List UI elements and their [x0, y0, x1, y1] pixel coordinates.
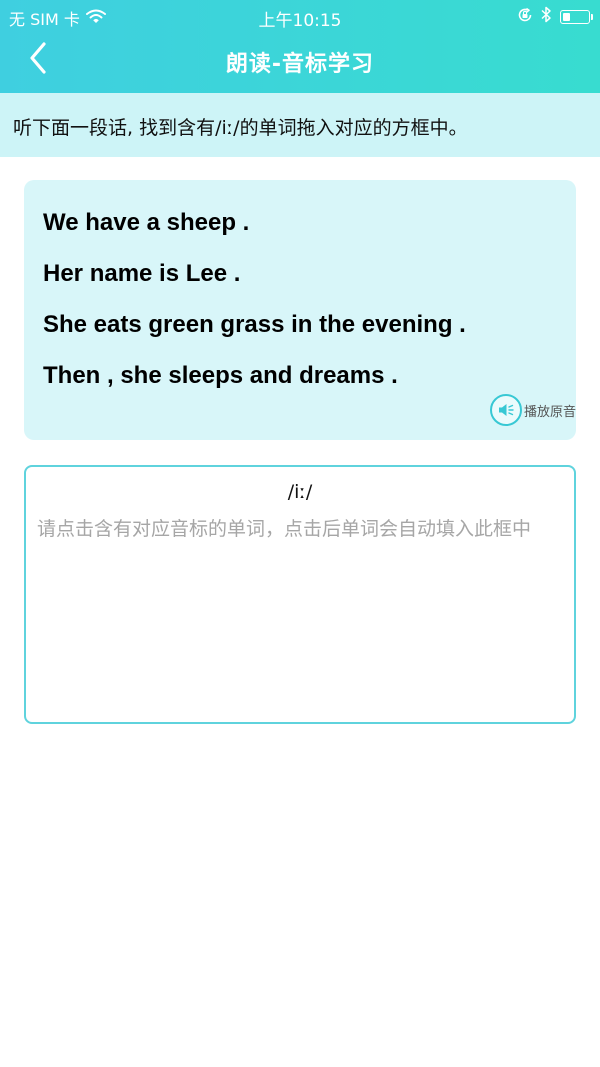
status-icons: [517, 6, 593, 27]
instruction-bar: 听下面一段话, 找到含有/iː/的单词拖入对应的方框中。: [0, 93, 600, 157]
speaker-icon: [489, 394, 522, 426]
page-title: 朗读-音标学习: [225, 52, 375, 77]
passage-line-1[interactable]: We have a sheep .: [43, 209, 249, 237]
nav-bar: 朗读-音标学习: [0, 32, 600, 93]
passage-line-3[interactable]: She eats green grass in the evening .: [43, 311, 466, 339]
orientation-lock-icon: [517, 7, 533, 27]
phonetic-label: /iː/: [287, 481, 313, 503]
battery-icon: [560, 9, 593, 24]
status-bar: 无 SIM 卡 上午10:15: [0, 0, 600, 32]
answer-placeholder: 请点击含有对应音标的单词，点击后单词会自动填入此框中: [37, 518, 532, 540]
app-header: 无 SIM 卡 上午10:15 朗读-音标学习: [0, 0, 600, 93]
passage-line-2[interactable]: Her name is Lee .: [43, 260, 240, 288]
play-original-button[interactable]: 播放原音: [489, 394, 576, 426]
passage-card: We have a sheep . Her name is Lee . She …: [24, 180, 576, 440]
status-time: 上午10:15: [258, 11, 342, 31]
play-original-label: 播放原音: [523, 404, 576, 420]
answer-drop-box[interactable]: /iː/ 请点击含有对应音标的单词，点击后单词会自动填入此框中: [24, 465, 576, 724]
passage-line-4[interactable]: Then , she sleeps and dreams .: [43, 362, 398, 390]
instruction-text: 听下面一段话, 找到含有/iː/的单词拖入对应的方框中。: [13, 117, 468, 139]
bluetooth-icon: [541, 6, 552, 27]
